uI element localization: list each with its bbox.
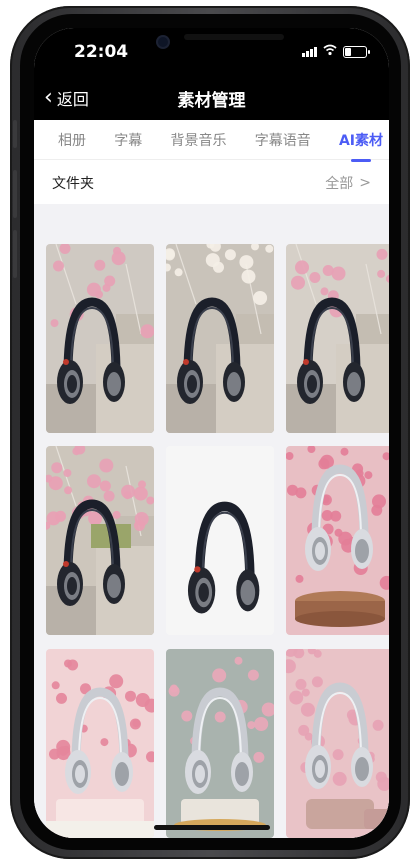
cellular-signal-icon [302, 46, 317, 57]
material-grid [34, 204, 389, 838]
chevron-right-icon: > [359, 175, 371, 191]
material-thumbnail[interactable] [166, 244, 274, 433]
phone-volume-down-button [13, 230, 17, 278]
home-indicator [154, 825, 270, 830]
material-thumbnail[interactable] [46, 446, 154, 635]
material-thumbnail[interactable] [286, 649, 389, 838]
material-thumbnail[interactable] [166, 649, 274, 838]
folder-filter-button[interactable]: 全部 > [325, 173, 371, 193]
headphone-product-image [46, 446, 154, 635]
status-time: 22:04 [74, 42, 129, 62]
page-title: 素材管理 [177, 91, 246, 111]
headphone-product-image [166, 244, 274, 433]
material-thumbnail[interactable] [46, 649, 154, 838]
app-screen: 22:04 ‹ 返回 素材管理 相册 字幕 背景音乐 字幕语音 AI素材 文件夹… [34, 28, 389, 838]
speaker-grille [184, 34, 284, 40]
phone-action-button [13, 120, 17, 148]
material-thumbnail[interactable] [46, 244, 154, 433]
tab-bar: 相册 字幕 背景音乐 字幕语音 AI素材 [34, 120, 389, 162]
navigation-bar: ‹ 返回 素材管理 [34, 80, 389, 120]
headphone-product-image [46, 649, 154, 838]
headphone-product-image [286, 649, 389, 838]
headphone-product-image [166, 649, 274, 838]
tab-ai-materials[interactable]: AI素材 [339, 124, 383, 162]
material-thumbnail[interactable] [166, 446, 274, 635]
phone-volume-up-button [13, 170, 17, 218]
tab-album[interactable]: 相册 [58, 124, 86, 156]
tab-subtitles[interactable]: 字幕 [114, 124, 142, 156]
headphone-product-image [166, 446, 274, 635]
headphone-product-image [286, 244, 389, 433]
tab-background-music[interactable]: 背景音乐 [170, 124, 226, 156]
headphone-product-image [46, 244, 154, 433]
folder-label: 文件夹 [52, 176, 94, 192]
headphone-product-image [286, 446, 389, 635]
material-thumbnail[interactable] [286, 446, 389, 635]
folder-row: 文件夹 全部 > [34, 162, 389, 204]
wifi-icon [323, 44, 337, 59]
tab-subtitle-voice[interactable]: 字幕语音 [255, 124, 311, 156]
battery-icon [343, 45, 370, 58]
status-icons [302, 44, 370, 59]
folder-filter-label: 全部 [325, 176, 354, 192]
material-thumbnail[interactable] [286, 244, 389, 433]
front-camera [158, 37, 168, 47]
